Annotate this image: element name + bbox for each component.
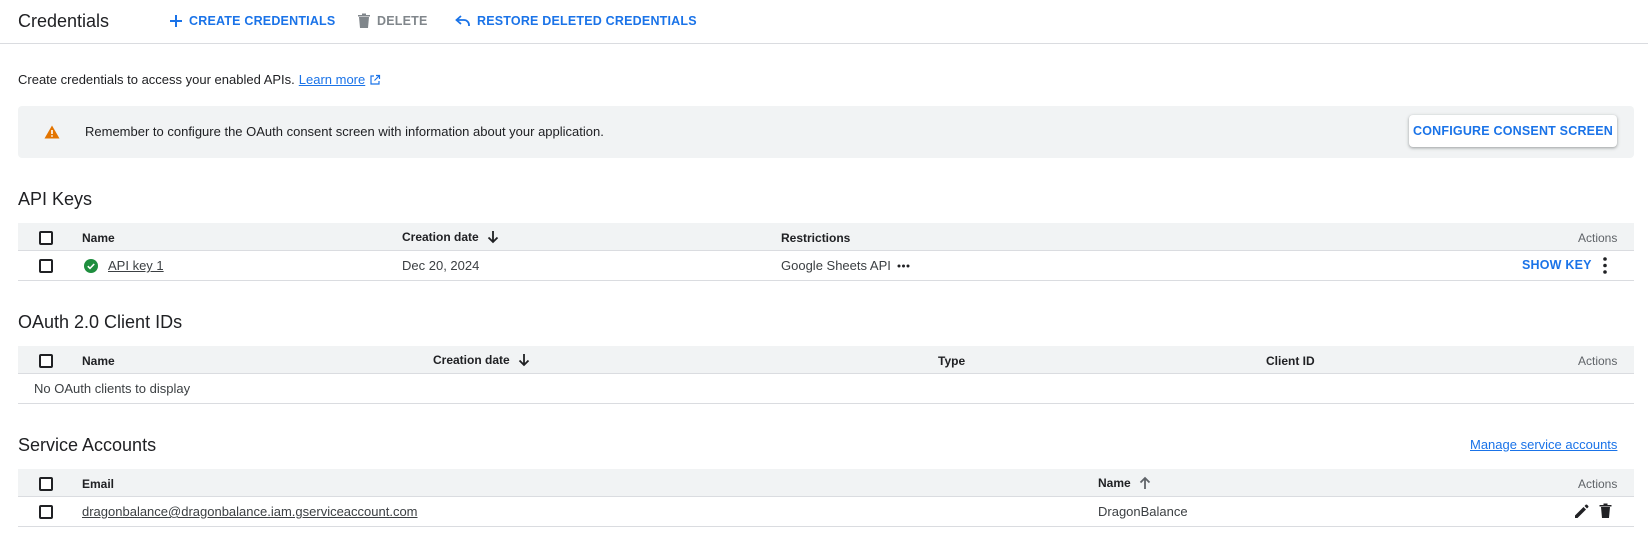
warning-icon [44,125,60,139]
delete-button[interactable]: DELETE [357,10,428,32]
oauth-col-actions: Actions [1578,354,1618,368]
api-key-name-link[interactable]: API key 1 [108,257,164,275]
restore-deleted-credentials-button[interactable]: RESTORE DELETED CREDENTIALS [455,10,697,32]
oauth-col-creation-date[interactable]: Creation date [433,352,530,368]
service-accounts-name-label: Name [1098,476,1131,490]
more-horizontal-icon[interactable] [897,264,910,268]
api-key-restrictions: Google Sheets API [781,258,891,273]
oauth-col-type: Type [938,354,966,368]
check-circle-icon [84,259,98,273]
service-account-name: DragonBalance [1098,504,1188,519]
intro-line: Create credentials to access your enable… [18,71,381,89]
api-keys-creation-date-label: Creation date [402,230,479,244]
more-vertical-icon[interactable] [1603,257,1607,274]
create-credentials-label: CREATE CREDENTIALS [189,14,336,28]
trash-icon [357,13,371,29]
page-title: Credentials [18,11,110,31]
learn-more-link[interactable]: Learn more [299,71,365,89]
api-keys-col-actions: Actions [1578,231,1618,245]
create-credentials-button[interactable]: CREATE CREDENTIALS [169,10,335,32]
api-keys-col-creation-date[interactable]: Creation date [402,229,499,245]
arrow-down-icon [518,353,530,367]
service-accounts-select-all-checkbox[interactable] [39,477,53,491]
pencil-icon[interactable] [1574,504,1589,519]
oauth-empty-text: No OAuth clients to display [34,381,191,396]
api-key-row-checkbox[interactable] [39,259,53,273]
oauth-creation-date-label: Creation date [433,353,510,367]
manage-service-accounts-link[interactable]: Manage service accounts [1470,436,1617,454]
oauth-col-client-id: Client ID [1266,354,1315,368]
api-keys-col-restrictions: Restrictions [781,231,851,245]
service-account-email-link[interactable]: dragonbalance@dragonbalance.iam.gservice… [82,503,418,521]
api-keys-select-all-checkbox[interactable] [39,231,53,245]
trash-icon[interactable] [1599,503,1612,519]
show-key-button[interactable]: SHOW KEY [1522,258,1592,272]
banner-message: Remember to configure the OAuth consent … [85,124,604,139]
service-accounts-col-actions: Actions [1578,477,1618,491]
oauth-table-header [18,346,1634,374]
arrow-down-icon [487,230,499,244]
table-row [18,375,1634,404]
service-accounts-col-email: Email [82,477,115,491]
undo-icon [455,15,471,27]
restore-label: RESTORE DELETED CREDENTIALS [477,14,697,28]
api-key-creation-date: Dec 20, 2024 [402,258,480,273]
api-keys-col-name: Name [82,231,115,245]
service-account-row-checkbox[interactable] [39,505,53,519]
plus-icon [169,14,183,28]
arrow-up-icon [1139,476,1151,490]
intro-text: Create credentials to access your enable… [18,72,295,87]
api-keys-title: API Keys [18,189,93,209]
external-link-icon [369,74,381,86]
delete-label: DELETE [377,14,428,28]
service-accounts-title: Service Accounts [18,435,157,455]
oauth-title: OAuth 2.0 Client IDs [18,312,183,332]
oauth-col-name: Name [82,354,115,368]
configure-consent-screen-button[interactable]: CONFIGURE CONSENT SCREEN [1409,115,1617,147]
service-accounts-table-header [18,469,1634,497]
service-accounts-col-name[interactable]: Name [1098,475,1151,491]
oauth-select-all-checkbox[interactable] [39,354,53,368]
